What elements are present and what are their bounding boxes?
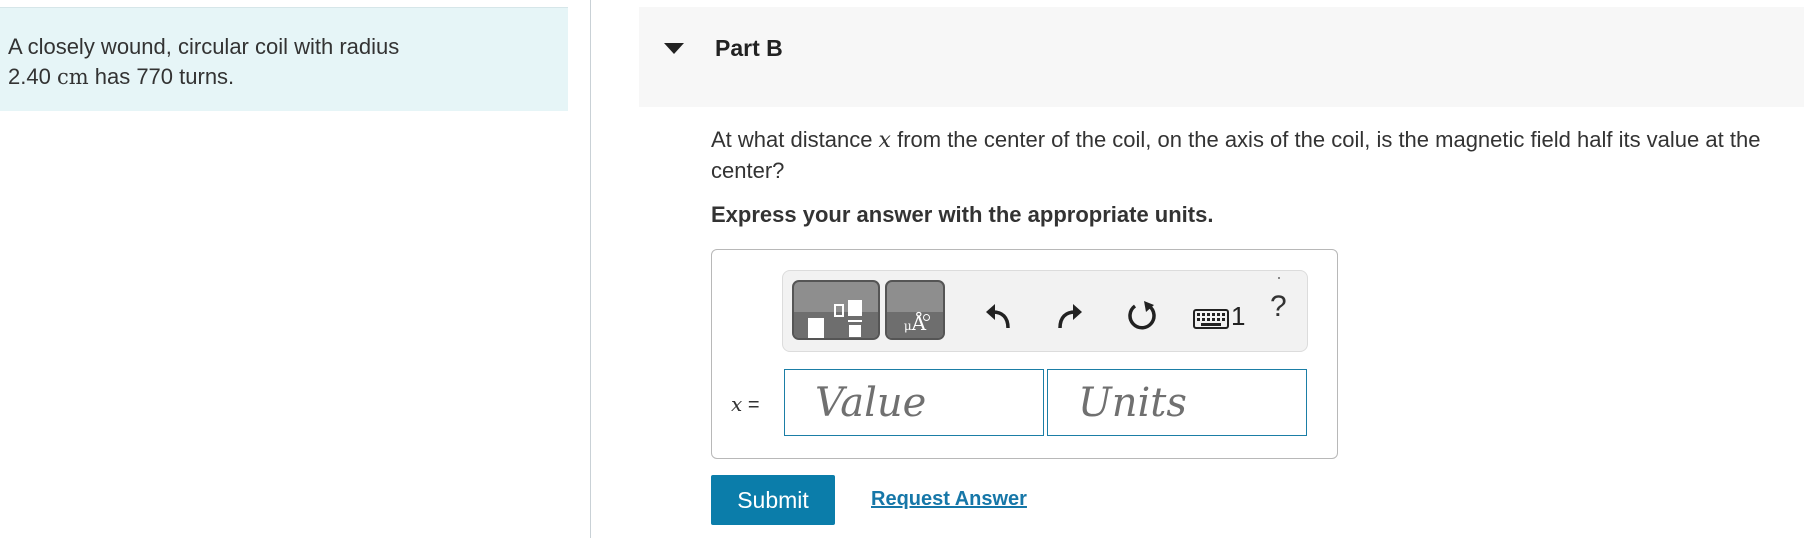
undo-icon[interactable] xyxy=(983,301,1013,331)
question-variable: x xyxy=(878,128,891,153)
answer-instruction: Express your answer with the appropriate… xyxy=(711,202,1214,227)
answer-label: x = xyxy=(731,392,760,416)
value-input[interactable] xyxy=(784,369,1044,436)
problem-statement: A closely wound, circular coil with radi… xyxy=(8,32,408,92)
toolbar-dot xyxy=(1278,277,1280,279)
problem-panel: A closely wound, circular coil with radi… xyxy=(0,7,568,111)
redo-icon[interactable] xyxy=(1055,301,1085,331)
units-glyph: Å xyxy=(911,311,927,335)
units-input[interactable] xyxy=(1047,369,1307,436)
answer-box: μÅ 1 ? x = xyxy=(711,249,1338,459)
help-icon[interactable]: ? xyxy=(1270,290,1287,324)
templates-button[interactable] xyxy=(792,280,880,340)
request-answer-link[interactable]: Request Answer xyxy=(871,488,1027,511)
problem-unit: cm xyxy=(56,65,89,89)
part-header[interactable]: Part B xyxy=(639,7,1804,107)
keyboard-icon[interactable] xyxy=(1193,309,1229,329)
question-text: At what distance x from the center of th… xyxy=(711,125,1801,186)
submit-button[interactable]: Submit xyxy=(711,475,835,525)
problem-text-end: has 770 turns. xyxy=(88,64,235,89)
collapse-caret-icon[interactable] xyxy=(664,43,684,54)
units-sub-glyph: μ xyxy=(903,319,912,333)
math-toolbar: μÅ 1 ? xyxy=(782,270,1308,352)
answer-variable: x xyxy=(731,392,743,416)
panel-divider xyxy=(590,0,591,538)
units-button[interactable]: μÅ xyxy=(885,280,945,340)
question-start: At what distance xyxy=(711,127,879,152)
reset-icon[interactable] xyxy=(1125,299,1159,333)
keyboard-suffix: 1 xyxy=(1231,301,1246,331)
part-title: Part B xyxy=(715,35,783,61)
